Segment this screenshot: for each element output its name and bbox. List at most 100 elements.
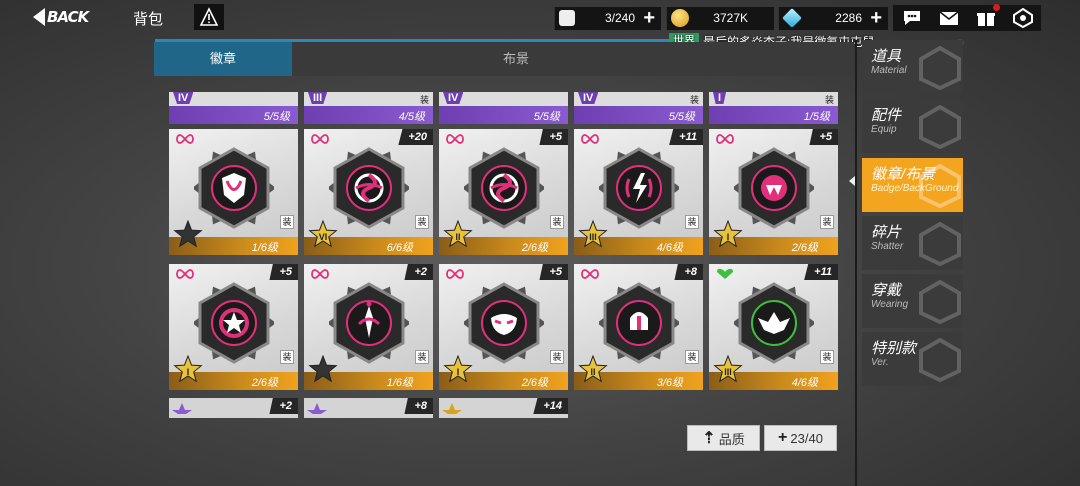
rank-label: III: [724, 367, 732, 377]
badge-card-partial[interactable]: +2: [169, 398, 298, 418]
gold-amount: 3727K: [713, 11, 748, 25]
warning-icon: [199, 7, 219, 26]
side-menu-sublabel: Equip: [871, 124, 897, 135]
badge-card[interactable]: +8 装 3/6级 II: [574, 264, 703, 390]
side-menu-sublabel: Shatter: [871, 241, 904, 252]
notification-dot: [992, 4, 1000, 11]
infinity-icon: [174, 132, 196, 144]
rank-star-icon: [172, 403, 192, 414]
badge-emblem-wings-icon: [732, 278, 816, 366]
badge-emblem-shield-icon: [192, 143, 276, 231]
bag-add-button[interactable]: +: [643, 8, 655, 28]
rank-label: I: [456, 367, 460, 377]
settings-icon[interactable]: [1012, 7, 1034, 29]
level-label: 4/6级: [791, 377, 818, 389]
badge-emblem-helm-icon: [597, 278, 681, 366]
badge-emblem-sword-icon: [327, 278, 411, 366]
badge-card[interactable]: +5 装 2/6级 I: [439, 264, 568, 390]
equipped-tag: 装: [415, 215, 429, 229]
equipped-tag: 装: [419, 95, 429, 105]
side-menu-label: 配件: [871, 107, 902, 124]
rank-label: I: [726, 232, 730, 242]
side-menu-item[interactable]: 特别款 Ver.: [862, 332, 963, 386]
category-deco-icon: [919, 105, 961, 149]
badge-card-partial[interactable]: III 4/5级装: [304, 92, 433, 124]
side-menu-label: 穿戴: [871, 282, 902, 299]
expand-capacity-button[interactable]: +23/40: [764, 425, 837, 451]
side-menu-item[interactable]: 配件 Equip: [862, 99, 963, 153]
warning-button[interactable]: [194, 4, 224, 30]
badge-card[interactable]: +5 装 2/6级 I: [709, 129, 838, 255]
rank-star-icon: [308, 354, 338, 385]
level-label: 1/6级: [386, 377, 413, 389]
rank-label: II: [590, 367, 596, 377]
badge-card-partial[interactable]: I 1/5级装: [709, 92, 838, 124]
side-menu-item[interactable]: 道具 Material: [862, 40, 963, 94]
tab-background[interactable]: 布景: [447, 42, 585, 76]
badge-card-partial[interactable]: IV 5/5级: [169, 92, 298, 124]
badge-card[interactable]: +5 装 2/6级 I: [169, 264, 298, 390]
badge-emblem-bolt-icon: [597, 143, 681, 231]
badge-card[interactable]: +11 装 4/6级 III: [574, 129, 703, 255]
infinity-icon: [444, 132, 466, 144]
resource-bag: 3/240 +: [554, 7, 661, 30]
mail-icon[interactable]: [938, 8, 960, 28]
level-label: 1/6级: [251, 242, 278, 254]
badge-card[interactable]: +2 装 1/6级: [304, 264, 433, 390]
level-label: 4/6级: [656, 242, 683, 254]
category-deco-icon: [919, 222, 961, 266]
side-menu-sublabel: Ver.: [871, 357, 889, 368]
badge-card[interactable]: +20 装 6/6级 VI: [304, 129, 433, 255]
badge-card-partial[interactable]: +14: [439, 398, 568, 418]
badge-emblem-star-icon: [192, 278, 276, 366]
diamond-icon: [782, 8, 802, 28]
resource-gold: 3727K: [666, 7, 774, 30]
capacity-label: 23/40: [790, 430, 823, 446]
equipped-tag: 装: [824, 95, 834, 105]
side-menu-label: 特别款: [871, 340, 917, 357]
gem-add-button[interactable]: +: [870, 8, 882, 28]
bonus-badge: +2: [269, 398, 298, 414]
rank-label: VI: [318, 232, 328, 242]
badge-card-partial[interactable]: IV 5/5级: [439, 92, 568, 124]
side-divider: [855, 40, 857, 486]
level-label: 5/5级: [263, 111, 290, 123]
rank-label: I: [186, 367, 190, 377]
bag-count: 3/240: [604, 11, 635, 25]
page-title: 背包: [133, 11, 164, 28]
infinity-icon: [579, 267, 601, 279]
resource-gem: 2286 +: [778, 7, 888, 30]
side-menu-item[interactable]: 徽章/布景 Badge/BackGround: [862, 158, 963, 212]
sort-quality-button[interactable]: ⇡ 品质: [687, 425, 760, 451]
back-button[interactable]: BACK: [33, 6, 105, 28]
rank-label: II: [455, 232, 461, 242]
gift-icon[interactable]: [975, 4, 1000, 28]
rank-label: III: [589, 232, 597, 242]
badge-card-partial[interactable]: IV 5/5级装: [574, 92, 703, 124]
category-deco-icon: [919, 280, 961, 324]
badge-card[interactable]: +11 装 4/6级 III: [709, 264, 838, 390]
infinity-icon: [714, 132, 736, 144]
tab-badge[interactable]: 徽章: [154, 42, 292, 76]
side-menu-label: 碎片: [871, 224, 902, 241]
back-label: BACK: [47, 8, 89, 26]
rank-star-icon: [307, 403, 327, 414]
badge-card[interactable]: 装 1/6级: [169, 129, 298, 255]
level-label: 2/6级: [521, 377, 548, 389]
side-menu-item[interactable]: 穿戴 Wearing: [862, 274, 963, 328]
item-grid: IV 5/5级 III 4/5级装 IV 5/5级 IV 5/5级装 I 1/5级装 装 1/6级 +…: [169, 92, 839, 418]
infinity-icon: [579, 132, 601, 144]
top-bar: BACK 背包 3/240 + 3727K 2286 +: [0, 0, 1080, 34]
badge-card[interactable]: +5 装 2/6级 II: [439, 129, 568, 255]
equipped-tag: 装: [689, 95, 699, 105]
badge-emblem-mask-icon: [462, 278, 546, 366]
equipped-tag: 装: [280, 350, 294, 364]
gold-coin-icon: [671, 9, 689, 27]
chat-icon[interactable]: [901, 8, 923, 28]
badge-emblem-swirl-icon: [462, 143, 546, 231]
badge-card-partial[interactable]: +8: [304, 398, 433, 418]
badge-emblem-fang-icon: [732, 143, 816, 231]
level-label: 5/5级: [668, 111, 695, 123]
side-menu-item[interactable]: 碎片 Shatter: [862, 216, 963, 270]
badge-emblem-swirl-icon: [327, 143, 411, 231]
